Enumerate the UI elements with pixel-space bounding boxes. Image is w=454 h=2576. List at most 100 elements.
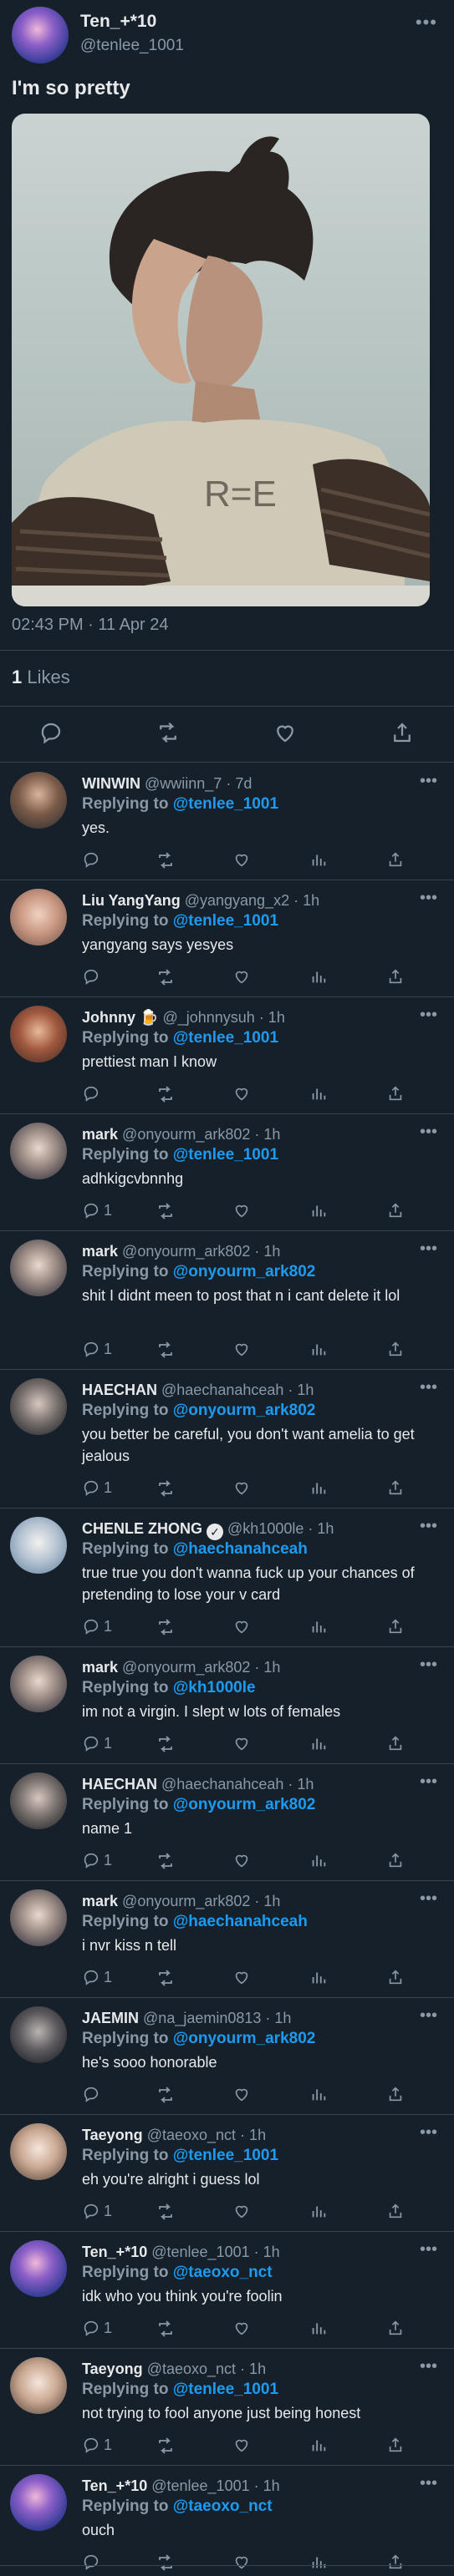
avatar[interactable] bbox=[10, 1378, 67, 1435]
reply-button[interactable]: 1 bbox=[82, 1478, 112, 1497]
reply-tweet[interactable]: mark @onyourm_ark802 · 1h ••• Replying to … bbox=[0, 1231, 454, 1370]
reply-button[interactable]: 1 bbox=[82, 1617, 112, 1635]
stats-icon[interactable] bbox=[309, 2436, 328, 2454]
handle[interactable]: @na_jaemin0813 bbox=[143, 2010, 261, 2026]
reply-time[interactable]: · 1h bbox=[240, 2127, 266, 2143]
avatar[interactable] bbox=[10, 1240, 67, 1296]
avatar[interactable] bbox=[10, 1006, 67, 1062]
handle[interactable]: @tenlee_1001 bbox=[80, 37, 184, 55]
avatar[interactable] bbox=[10, 1517, 67, 1574]
display-name[interactable]: Ten_+*10 bbox=[82, 2477, 147, 2494]
display-name[interactable]: Liu YangYang bbox=[82, 892, 181, 909]
stats-icon[interactable] bbox=[309, 1201, 328, 1220]
like-icon[interactable] bbox=[232, 1340, 251, 1358]
reply-time[interactable]: · 1h bbox=[288, 1382, 314, 1398]
handle[interactable]: @_johnnysuh bbox=[162, 1009, 254, 1026]
handle[interactable]: @haechanahceah bbox=[161, 1776, 283, 1793]
reply-time[interactable]: · 1h bbox=[293, 892, 319, 909]
retweet-icon[interactable] bbox=[156, 1478, 176, 1498]
display-name[interactable]: mark bbox=[82, 1893, 118, 1909]
reply-button[interactable]: 1 bbox=[82, 1851, 112, 1869]
handle[interactable]: @taeoxo_nct bbox=[147, 2127, 236, 2143]
reply-icon[interactable] bbox=[38, 720, 64, 745]
like-icon[interactable] bbox=[232, 1734, 251, 1752]
stats-icon[interactable] bbox=[309, 1084, 328, 1103]
handle[interactable]: @onyourm_ark802 bbox=[122, 1659, 250, 1676]
share-icon[interactable] bbox=[386, 850, 405, 869]
handle[interactable]: @onyourm_ark802 bbox=[122, 1243, 250, 1260]
reply-button[interactable] bbox=[82, 850, 104, 869]
more-options-icon[interactable]: ••• bbox=[420, 2123, 437, 2142]
reply-tweet[interactable]: Ten_+*10 @tenlee_1001 · 1h ••• Replying to… bbox=[0, 2232, 454, 2349]
retweet-icon[interactable] bbox=[156, 967, 176, 987]
avatar[interactable] bbox=[12, 7, 69, 63]
handle[interactable]: @haechanahceah bbox=[161, 1382, 283, 1398]
share-icon[interactable] bbox=[386, 1851, 405, 1869]
mention-link[interactable]: @taeoxo_nct bbox=[173, 2497, 273, 2515]
retweet-icon[interactable] bbox=[156, 2202, 176, 2222]
retweet-icon[interactable] bbox=[156, 1851, 176, 1871]
like-icon[interactable] bbox=[232, 1201, 251, 1220]
retweet-icon[interactable] bbox=[156, 2085, 176, 2105]
share-icon[interactable] bbox=[386, 1201, 405, 1220]
stats-icon[interactable] bbox=[309, 1734, 328, 1752]
like-icon[interactable] bbox=[232, 2553, 251, 2571]
reply-button[interactable]: 1 bbox=[82, 2436, 112, 2454]
display-name[interactable]: mark bbox=[82, 1243, 118, 1260]
like-icon[interactable] bbox=[232, 2319, 251, 2337]
reply-time[interactable]: · 1h bbox=[240, 2360, 266, 2377]
like-icon[interactable] bbox=[232, 850, 251, 869]
mention-link[interactable]: @haechanahceah bbox=[173, 1540, 308, 1558]
reply-button[interactable]: 1 bbox=[82, 1968, 112, 1986]
mention-link[interactable]: @tenlee_1001 bbox=[173, 1029, 278, 1047]
display-name[interactable]: HAECHAN bbox=[82, 1776, 157, 1793]
handle[interactable]: @onyourm_ark802 bbox=[122, 1893, 250, 1909]
share-icon[interactable] bbox=[386, 2085, 405, 2103]
like-icon[interactable] bbox=[232, 1084, 251, 1103]
more-options-icon[interactable]: ••• bbox=[420, 1006, 437, 1025]
avatar[interactable] bbox=[10, 1656, 67, 1712]
retweet-icon[interactable] bbox=[156, 850, 176, 870]
mention-link[interactable]: @kh1000le bbox=[173, 1679, 256, 1696]
reply-button[interactable] bbox=[82, 967, 104, 986]
stats-icon[interactable] bbox=[309, 2085, 328, 2103]
more-options-icon[interactable]: ••• bbox=[416, 12, 437, 33]
share-icon[interactable] bbox=[386, 2553, 405, 2571]
reply-tweet[interactable]: Taeyong @taeoxo_nct · 1h ••• Replying to @… bbox=[0, 2115, 454, 2232]
stats-icon[interactable] bbox=[309, 1478, 328, 1497]
stats-icon[interactable] bbox=[309, 1617, 328, 1635]
avatar[interactable] bbox=[10, 889, 67, 946]
like-icon[interactable] bbox=[232, 2085, 251, 2103]
handle[interactable]: @onyourm_ark802 bbox=[122, 1126, 250, 1143]
avatar[interactable] bbox=[10, 2474, 67, 2531]
like-icon[interactable] bbox=[232, 1478, 251, 1497]
display-name[interactable]: WINWIN bbox=[82, 775, 140, 792]
reply-button[interactable] bbox=[82, 2085, 104, 2103]
retweet-icon[interactable] bbox=[156, 720, 181, 745]
share-icon[interactable] bbox=[386, 2436, 405, 2454]
handle[interactable]: @taeoxo_nct bbox=[147, 2360, 236, 2377]
share-icon[interactable] bbox=[386, 1084, 405, 1103]
more-options-icon[interactable]: ••• bbox=[420, 1240, 437, 1259]
reply-tweet[interactable]: Taeyong @taeoxo_nct · 1h ••• Replying to @… bbox=[0, 2349, 454, 2466]
reply-time[interactable]: · 1h bbox=[265, 2010, 291, 2026]
retweet-icon[interactable] bbox=[156, 1084, 176, 1104]
mention-link[interactable]: @onyourm_ark802 bbox=[173, 1402, 316, 1419]
mention-link[interactable]: @onyourm_ark802 bbox=[173, 1263, 316, 1280]
display-name[interactable]: Ten_+*10 bbox=[82, 2244, 147, 2260]
avatar[interactable] bbox=[10, 1123, 67, 1179]
display-name[interactable]: mark bbox=[82, 1126, 118, 1143]
reply-tweet[interactable]: mark @onyourm_ark802 · 1h ••• Replying to … bbox=[0, 1647, 454, 1764]
share-icon[interactable] bbox=[386, 1340, 405, 1358]
reply-tweet[interactable]: JAEMIN @na_jaemin0813 · 1h ••• Replying to… bbox=[0, 1998, 454, 2115]
share-icon[interactable] bbox=[386, 2202, 405, 2220]
reply-button[interactable] bbox=[82, 1084, 104, 1103]
more-options-icon[interactable]: ••• bbox=[420, 1378, 437, 1397]
more-options-icon[interactable]: ••• bbox=[420, 2474, 437, 2493]
avatar[interactable] bbox=[10, 2357, 67, 2414]
share-icon[interactable] bbox=[386, 1617, 405, 1635]
reply-time[interactable]: · 1h bbox=[308, 1520, 334, 1537]
reply-tweet[interactable]: mark @onyourm_ark802 · 1h ••• Replying to … bbox=[0, 1881, 454, 1998]
reply-tweet[interactable]: Johnny 🍺 @_johnnysuh · 1h ••• Replying to … bbox=[0, 997, 454, 1114]
reply-time[interactable]: · 1h bbox=[254, 1893, 280, 1909]
